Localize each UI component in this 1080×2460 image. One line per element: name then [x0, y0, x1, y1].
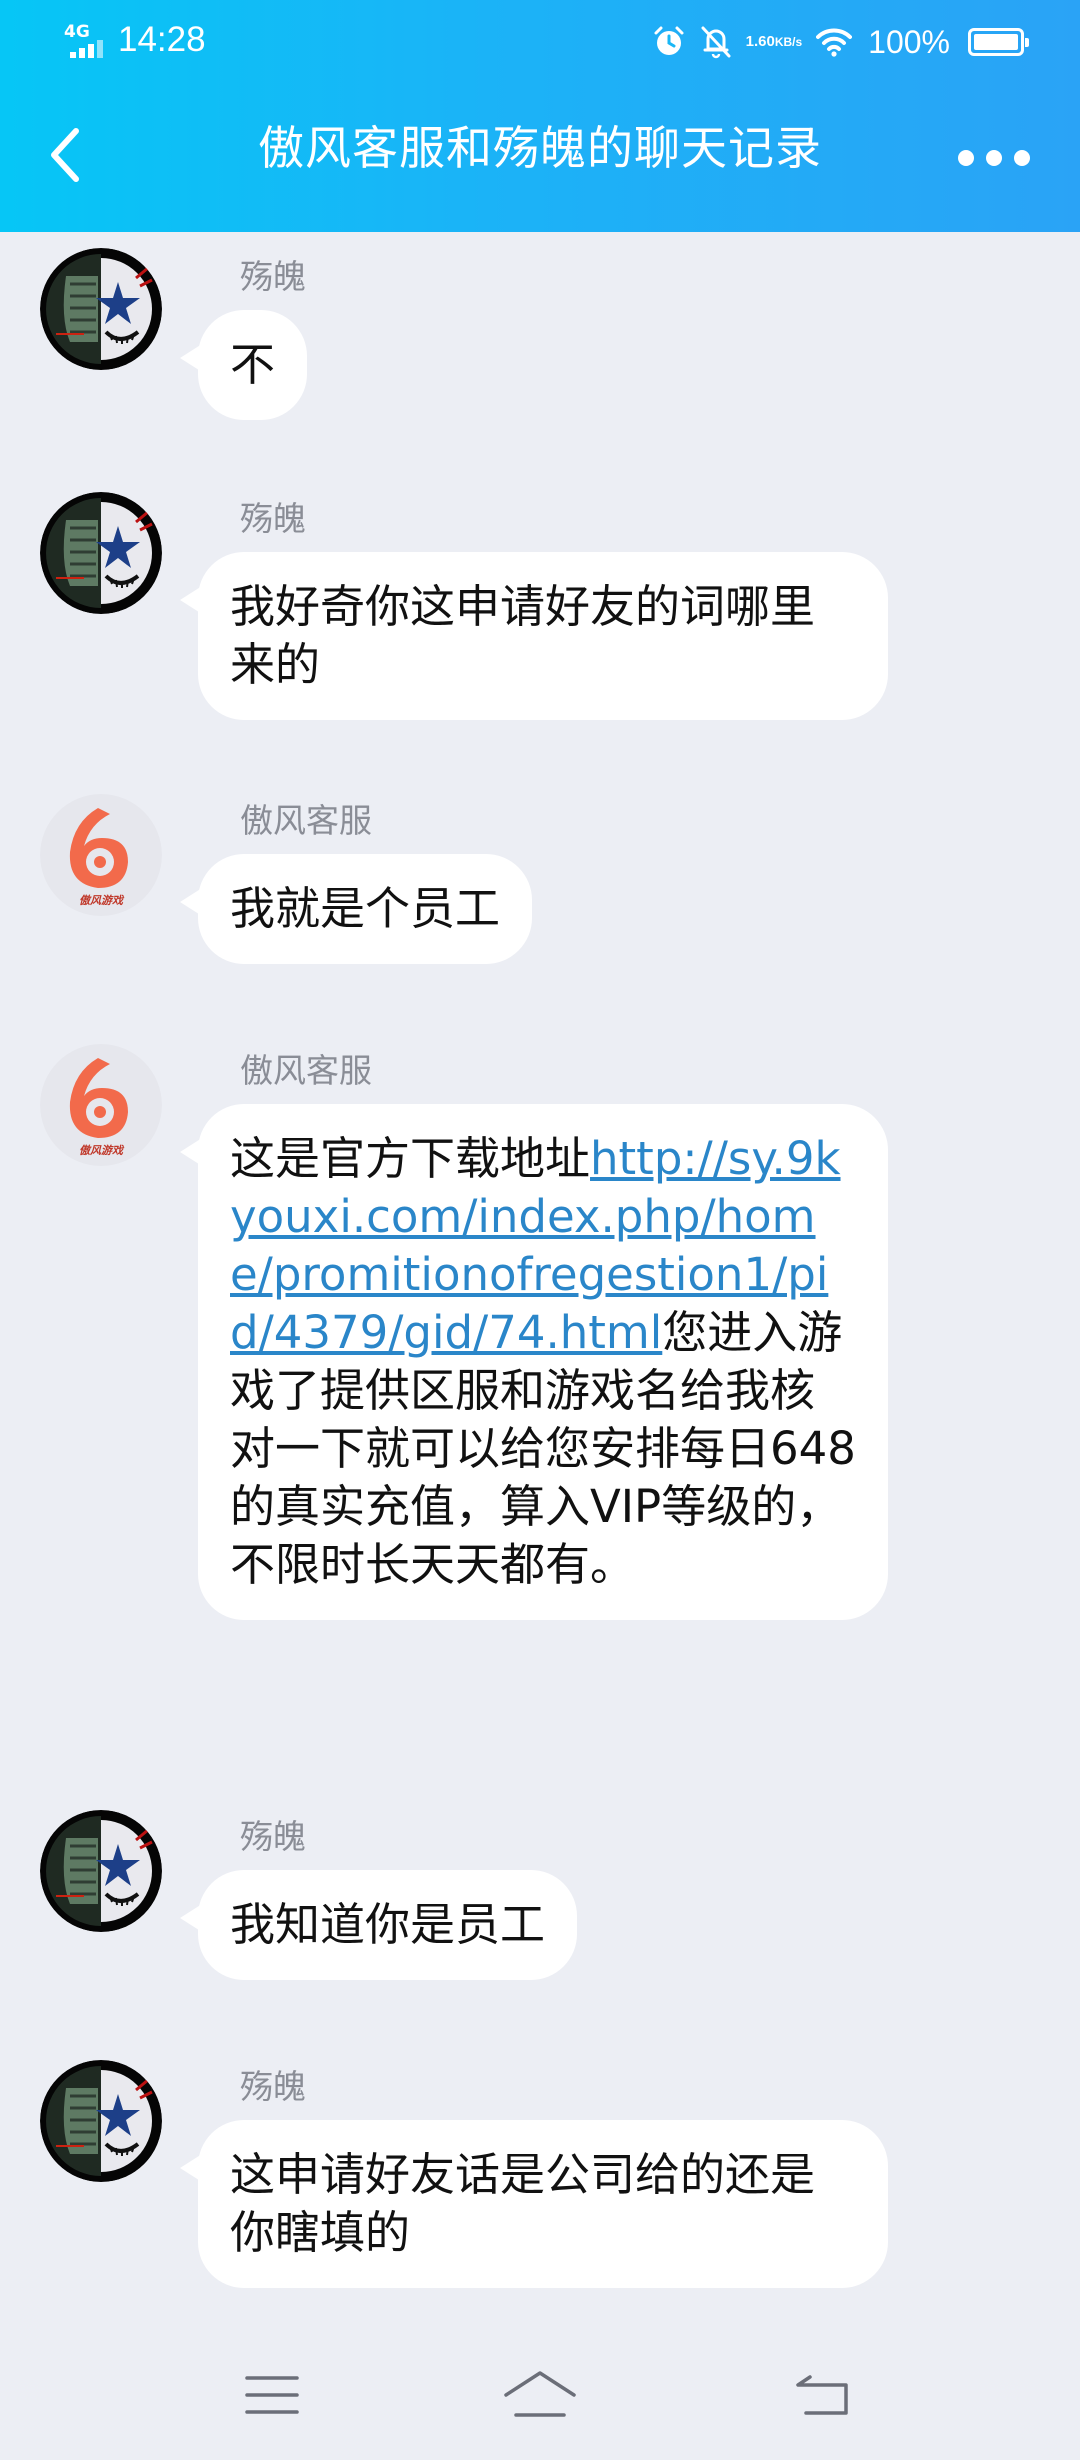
user-avatar-image — [40, 1810, 162, 1932]
app-header: 4G 14:28 1.60 KB/s 100% 傲风客服和殇魄的聊天记录 — [0, 0, 1080, 232]
menu-icon — [245, 2376, 299, 2414]
agent-avatar-image: 傲风游戏 — [40, 1044, 162, 1166]
message-bubble[interactable]: 不 — [179, 310, 308, 420]
sender-name: 殇魄 — [240, 1817, 306, 1856]
message-text: 不 — [230, 338, 276, 391]
back-icon — [796, 2375, 848, 2415]
agent-badge-text: 傲风游戏 — [79, 894, 123, 907]
chat-screen: 4G 14:28 1.60 KB/s 100% 傲风客服和殇魄的聊天记录 殇魄 … — [0, 0, 1080, 2460]
sender-name: 傲风客服 — [240, 1051, 372, 1090]
battery-icon — [968, 28, 1029, 56]
status-icons: 1.60 KB/s 100% — [638, 18, 1029, 66]
more-dots-icon — [958, 150, 974, 166]
home-button[interactable] — [500, 2360, 580, 2430]
agent-badge-text: 傲风游戏 — [79, 1144, 123, 1157]
back-nav-button[interactable] — [782, 2360, 862, 2430]
network-speed: 1.60 KB/s — [746, 34, 803, 50]
avatar[interactable] — [40, 248, 162, 370]
avatar[interactable]: 傲风游戏 — [40, 1044, 162, 1166]
avatar[interactable] — [40, 1810, 162, 1932]
net-speed-unit: KB/s — [774, 35, 803, 49]
home-icon — [504, 2371, 576, 2417]
message-bubble[interactable]: 我就是个员工 — [179, 854, 533, 964]
message-text: 我好奇你这申请好友的词哪里来的 — [230, 580, 816, 691]
user-avatar-image — [40, 2060, 162, 2182]
avatar[interactable] — [40, 492, 162, 614]
user-avatar-image — [40, 492, 162, 614]
wifi-icon — [816, 27, 853, 57]
message-bubble[interactable]: 这申请好友话是公司给的还是你瞎填的 — [180, 2120, 888, 2288]
message-text: 我知道你是员工 — [230, 1898, 546, 1951]
mute-bell-icon — [700, 25, 732, 59]
more-button[interactable] — [958, 140, 1030, 176]
message-bubble[interactable]: 我知道你是员工 — [179, 1870, 578, 1980]
message-bubble[interactable]: 这是官方下载地址http://sy.9kyouxi.com/index.php/… — [180, 1104, 888, 1620]
sender-name: 殇魄 — [240, 2067, 306, 2106]
system-nav-bar — [0, 2330, 1080, 2460]
sender-name: 傲风客服 — [240, 801, 372, 840]
message-text: 这申请好友话是公司给的还是你瞎填的 — [230, 2148, 816, 2259]
message-text: 我就是个员工 — [230, 882, 501, 935]
signal-icon — [70, 40, 103, 58]
network-type: 4G — [64, 22, 90, 42]
menu-button[interactable] — [232, 2360, 312, 2430]
avatar[interactable] — [40, 2060, 162, 2182]
alarm-icon — [652, 25, 686, 59]
avatar[interactable]: 傲风游戏 — [40, 794, 162, 916]
message-text: 这是官方下载地址 — [230, 1132, 591, 1185]
agent-avatar-image: 傲风游戏 — [40, 794, 162, 916]
page-title: 傲风客服和殇魄的聊天记录 — [258, 121, 822, 175]
battery-percent: 100% — [868, 23, 950, 60]
message-bubble[interactable]: 我好奇你这申请好友的词哪里来的 — [180, 552, 888, 720]
sender-name: 殇魄 — [240, 257, 306, 296]
sender-name: 殇魄 — [240, 499, 306, 538]
user-avatar-image — [40, 248, 162, 370]
chat-history[interactable]: 殇魄 不 殇魄 我好奇你这申请好友的词哪里来的 傲风游戏 傲风客服 我就是个员工… — [0, 232, 1080, 2322]
clock: 14:28 — [118, 20, 206, 59]
net-speed-value: 1.60 — [745, 33, 775, 50]
status-bar: 4G 14:28 1.60 KB/s 100% — [0, 0, 1080, 84]
